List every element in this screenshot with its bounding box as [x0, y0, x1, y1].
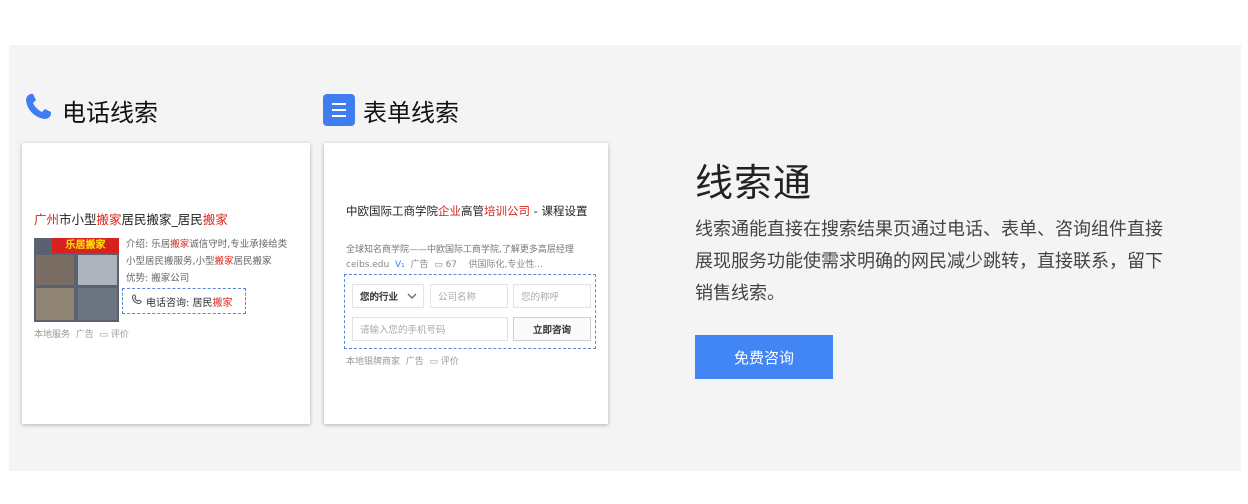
- phone-leads-header: 电话线索: [22, 93, 158, 127]
- thumbnail-banner: 乐居搬家: [52, 238, 119, 253]
- chevron-down-icon: [407, 291, 417, 302]
- product-description: 线索通能直接在搜索结果页通过电话、表单、咨询组件直接展现服务功能使需求明确的网民…: [695, 219, 1163, 304]
- review-link[interactable]: 评价: [441, 357, 459, 367]
- form-leads-heading: 表单线索: [363, 98, 459, 127]
- comment-icon: ▭: [429, 357, 439, 367]
- comment-icon: ▭: [99, 330, 109, 340]
- form-leads-header: 表单线索: [323, 93, 459, 127]
- form-leads-example-card: 中欧国际工商学院企业高管培训公司 - 课程设置 全球知名商学院——中欧国际工商学…: [324, 143, 608, 424]
- submit-consult-button[interactable]: 立即咨询: [513, 317, 591, 341]
- result-description: 全球知名商学院——中欧国际工商学院,了解更多高层经理: [346, 245, 574, 255]
- phone-leads-example-card: 广州市小型搬家居民搬家_居民搬家 乐居搬家 介绍: 乐居搬家诚信守时,专业承接给…: [22, 143, 310, 424]
- form-list-icon: [323, 94, 355, 126]
- lead-form: 您的行业 公司名称 您的称呼 请输入您的手机号码 立即咨询: [344, 274, 596, 349]
- phone-icon: [22, 91, 54, 129]
- comment-icon: ▭: [434, 260, 443, 270]
- free-consult-button[interactable]: 免费咨询: [695, 335, 833, 379]
- result-description: 介绍: 乐居搬家诚信守时,专业承接给类 小型居民搬服务,小型搬家居民搬家 优势:…: [126, 239, 288, 284]
- result-meta: 本地服务 广告 ▭ 评价: [34, 330, 129, 340]
- result-thumbnail: 乐居搬家: [34, 238, 119, 322]
- product-title: 线索通: [695, 161, 813, 205]
- result-source-line: ceibs.edu V₁ 广告 ▭ 67 供国际化,专业性...: [346, 260, 543, 270]
- company-name-input[interactable]: 公司名称: [430, 284, 508, 308]
- search-result-title[interactable]: 广州市小型搬家居民搬家_居民搬家: [34, 209, 228, 228]
- phone-small-icon: [131, 294, 142, 308]
- result-meta: 本地银牌商家 广告 ▭ 评价: [346, 357, 459, 367]
- phone-leads-heading: 电话线索: [62, 98, 158, 127]
- search-result-title[interactable]: 中欧国际工商学院企业高管培训公司 - 课程设置: [346, 202, 594, 220]
- contact-name-input[interactable]: 您的称呼: [513, 284, 591, 308]
- phone-consult-button[interactable]: 电话咨询: 居民搬家: [122, 288, 246, 314]
- verified-badge-icon: V₁: [394, 260, 405, 270]
- review-link[interactable]: 评价: [111, 330, 129, 340]
- industry-select[interactable]: 您的行业: [352, 284, 424, 308]
- phone-number-input[interactable]: 请输入您的手机号码: [352, 317, 508, 341]
